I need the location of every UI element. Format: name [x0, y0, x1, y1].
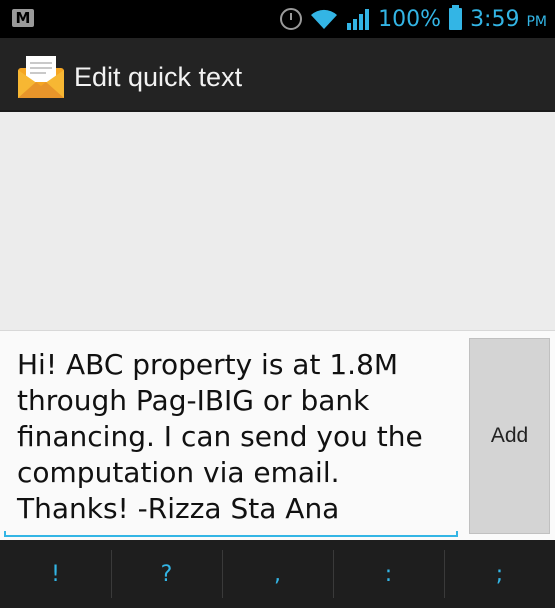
status-bar: 100% 3:59 PM: [0, 0, 555, 38]
content-area: [0, 112, 555, 330]
add-button[interactable]: Add: [469, 338, 550, 534]
wifi-icon: [311, 9, 338, 29]
status-icons: 100% 3:59 PM: [280, 0, 547, 38]
envelope-icon[interactable]: [16, 52, 66, 100]
clock-time: 3:59: [470, 6, 520, 32]
symbol-key-exclamation[interactable]: !: [0, 540, 111, 608]
symbol-key-comma[interactable]: ,: [222, 540, 333, 608]
symbol-key-colon[interactable]: :: [333, 540, 444, 608]
gmail-icon: [12, 9, 34, 27]
quick-text-input[interactable]: Hi! ABC property is at 1.8M through Pag-…: [4, 331, 458, 537]
signal-icon: [347, 9, 370, 30]
battery-percent: 100%: [378, 6, 442, 32]
symbol-bar: ! ? , : ;: [0, 540, 555, 608]
battery-icon: [449, 5, 463, 30]
symbol-key-semicolon[interactable]: ;: [444, 540, 555, 608]
action-bar: Edit quick text: [0, 38, 555, 112]
quick-text-value[interactable]: Hi! ABC property is at 1.8M through Pag-…: [17, 347, 457, 527]
compose-panel: Hi! ABC property is at 1.8M through Pag-…: [0, 330, 555, 541]
symbol-key-question[interactable]: ?: [111, 540, 222, 608]
clock: 3:59 PM: [470, 7, 547, 32]
input-underline: [4, 531, 458, 537]
clock-suffix: PM: [526, 13, 547, 30]
page-title: Edit quick text: [74, 62, 243, 92]
alarm-icon: [280, 8, 303, 30]
